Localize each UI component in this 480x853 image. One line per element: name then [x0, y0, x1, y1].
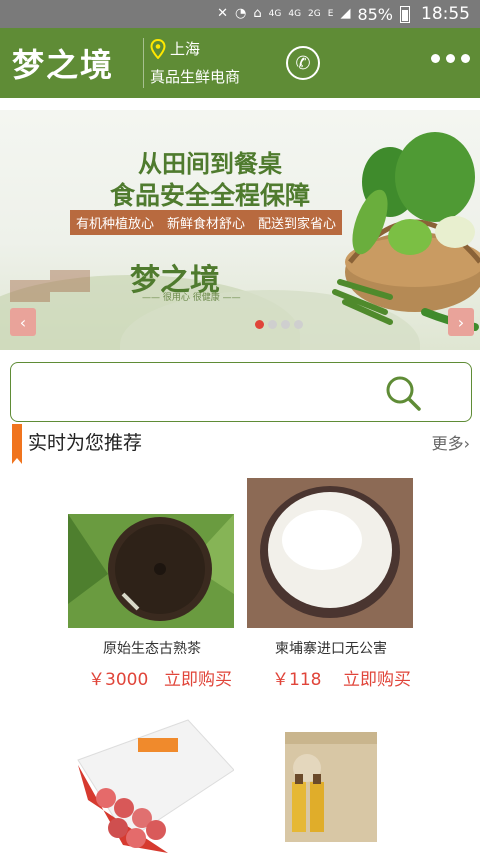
data-label: E [327, 8, 334, 19]
product-image[interactable] [68, 496, 234, 630]
banner-dot[interactable] [281, 320, 290, 329]
product-card[interactable] [68, 710, 238, 853]
product-image[interactable] [68, 710, 234, 853]
product-image[interactable] [247, 478, 413, 628]
network-label-3: 2G [308, 8, 321, 19]
location-selector[interactable]: 上海 [150, 38, 200, 59]
signal-icon: ◢ [340, 6, 351, 21]
battery-icon [400, 5, 410, 23]
header-slogan: 真品生鲜电商 [150, 68, 241, 86]
more-menu-icon[interactable] [431, 54, 470, 63]
banner-house [50, 270, 90, 292]
more-link[interactable]: 更多› [432, 430, 470, 454]
app-header: 梦之境 上海 真品生鲜电商 ✆ [0, 28, 480, 98]
network-label-2: 4G [288, 8, 302, 19]
product-price: ￥3000 [88, 670, 149, 690]
location-pin-icon [150, 38, 166, 59]
section-title: 实时为您推荐 [28, 432, 143, 454]
battery-percent: 85% [357, 4, 393, 24]
banner-pagination [255, 320, 303, 329]
product-card[interactable] [247, 478, 417, 628]
banner-dot[interactable] [294, 320, 303, 329]
clock: 18:55 [421, 4, 470, 24]
product-name[interactable]: 柬埔寨进口无公害 [241, 638, 421, 658]
promo-banner[interactable]: 从田间到餐桌 食品安全全程保障 有机种植放心 新鲜食材舒心 配送到家省心 梦之境… [0, 110, 480, 350]
banner-dot[interactable] [268, 320, 277, 329]
network-label: 4G [268, 8, 282, 19]
mute-icon: ✕ [217, 6, 229, 21]
product-card[interactable] [247, 710, 417, 853]
home-icon: ⌂ [253, 6, 262, 21]
search-box [10, 362, 472, 422]
product-name[interactable]: 原始生态古熟茶 [62, 638, 242, 658]
product-image[interactable] [247, 710, 413, 853]
wifi-icon: ◔ [235, 6, 247, 21]
header-divider [143, 38, 144, 88]
banner-tag: 有机种植放心 [76, 217, 155, 232]
product-price: ￥118 [272, 670, 322, 690]
buy-now-button[interactable]: 立即购买 [164, 665, 232, 690]
banner-tagline: 有机种植放心 新鲜食材舒心 配送到家省心 [70, 210, 342, 235]
brand-logo[interactable]: 梦之境 [12, 40, 114, 86]
recommend-section-header: 实时为您推荐 更多› [0, 424, 480, 464]
phone-icon[interactable]: ✆ [286, 46, 320, 80]
status-bar: ✕ ◔ ⌂ 4G 4G 2G E ◢ 85% 18:55 [0, 0, 480, 28]
search-input[interactable] [21, 375, 385, 411]
product-card[interactable] [68, 478, 238, 628]
banner-tag: 新鲜食材舒心 [166, 217, 245, 232]
banner-logo-subtitle: —— 很用心 很健康 —— [142, 293, 241, 303]
banner-tag: 配送到家省心 [257, 217, 336, 232]
location-label: 上海 [170, 40, 201, 58]
banner-house [10, 280, 50, 302]
section-flag-icon [12, 424, 22, 464]
banner-next-button[interactable]: › [448, 308, 474, 336]
banner-dot[interactable] [255, 320, 264, 329]
buy-now-button[interactable]: 立即购买 [343, 665, 411, 690]
banner-prev-button[interactable]: ‹ [10, 308, 36, 336]
search-icon[interactable] [383, 373, 423, 413]
